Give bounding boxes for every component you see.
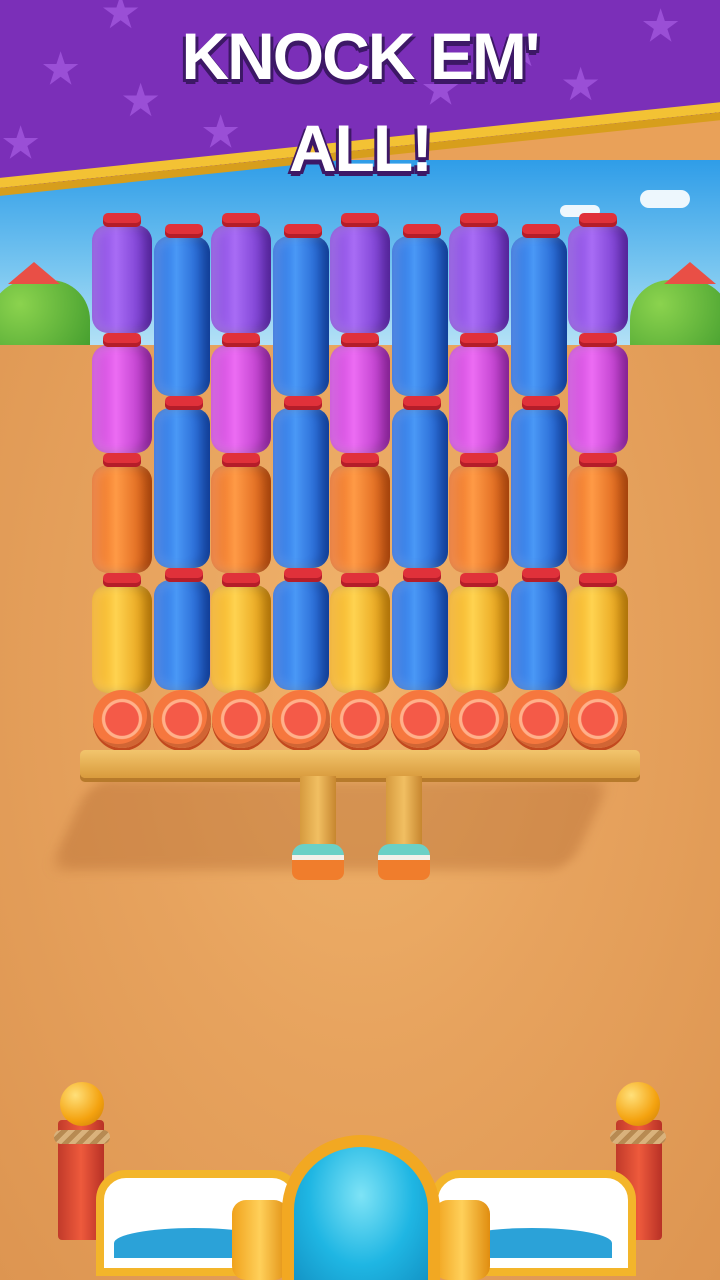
lying-bottle-cap[interactable] bbox=[450, 690, 508, 748]
bottle-cap bbox=[341, 453, 379, 467]
bottle-cap bbox=[460, 333, 498, 347]
lying-bottle-cap[interactable] bbox=[569, 690, 627, 748]
lying-bottle-cap[interactable] bbox=[212, 690, 270, 748]
bottle-yellow[interactable] bbox=[211, 585, 271, 693]
rope-left bbox=[54, 1130, 110, 1144]
bottle-cap bbox=[222, 453, 260, 467]
bottle-orange[interactable] bbox=[330, 465, 390, 573]
bottle-cap bbox=[579, 453, 617, 467]
bottle-blue[interactable] bbox=[153, 408, 210, 568]
cannon-icon[interactable] bbox=[282, 1135, 440, 1280]
post-ball-left bbox=[60, 1082, 104, 1126]
table-foot bbox=[378, 844, 430, 880]
bottle-blue[interactable] bbox=[391, 236, 448, 396]
lying-bottle-cap[interactable] bbox=[93, 690, 151, 748]
bottle-cap bbox=[222, 573, 260, 587]
bottle-cap bbox=[521, 396, 560, 410]
bottle-cap bbox=[283, 568, 322, 582]
bottle-purple[interactable] bbox=[568, 225, 628, 333]
title-line-2: ALL! bbox=[288, 111, 433, 185]
lying-bottle-cap[interactable] bbox=[509, 690, 568, 748]
bottle-cap bbox=[579, 333, 617, 347]
bottle-yellow[interactable] bbox=[92, 585, 152, 693]
table-top bbox=[80, 750, 640, 778]
table-foot bbox=[292, 844, 344, 880]
bottle-cap bbox=[164, 224, 203, 238]
bottle-purple[interactable] bbox=[330, 225, 390, 333]
bottle-cap bbox=[521, 568, 560, 582]
table-leg bbox=[386, 776, 422, 844]
carousel-tent-right bbox=[664, 262, 716, 284]
bottle-magenta[interactable] bbox=[211, 345, 271, 453]
bottle-cap bbox=[460, 213, 498, 227]
bottle-cap bbox=[579, 573, 617, 587]
bottle-purple[interactable] bbox=[92, 225, 152, 333]
bottle-cap bbox=[521, 224, 560, 238]
rope-right bbox=[610, 1130, 666, 1144]
bottle-magenta[interactable] bbox=[449, 345, 509, 453]
bottle-cap bbox=[103, 213, 141, 227]
post-ball-right bbox=[616, 1082, 660, 1126]
bottle-cap bbox=[341, 333, 379, 347]
bottle-blue[interactable] bbox=[510, 580, 567, 690]
bottle-blue[interactable] bbox=[391, 408, 448, 568]
bottle-blue[interactable] bbox=[272, 236, 329, 396]
bottle-magenta[interactable] bbox=[92, 345, 152, 453]
bottle-yellow[interactable] bbox=[568, 585, 628, 693]
bottle-blue[interactable] bbox=[153, 236, 210, 396]
star-icon: ★ bbox=[580, 0, 621, 9]
bottle-blue[interactable] bbox=[391, 580, 448, 690]
lying-bottle-cap[interactable] bbox=[271, 690, 330, 748]
bottle-cap bbox=[283, 396, 322, 410]
bottle-cap bbox=[103, 453, 141, 467]
bottle-cap bbox=[164, 396, 203, 410]
bottle-cap bbox=[103, 333, 141, 347]
bottle-cap bbox=[103, 573, 141, 587]
lying-bottle-cap[interactable] bbox=[390, 690, 449, 748]
bottle-purple[interactable] bbox=[211, 225, 271, 333]
bottle-yellow[interactable] bbox=[449, 585, 509, 693]
bottle-blue[interactable] bbox=[272, 408, 329, 568]
bottle-blue[interactable] bbox=[510, 408, 567, 568]
cannon-wheel bbox=[232, 1200, 288, 1280]
bottle-magenta[interactable] bbox=[568, 345, 628, 453]
bottle-cap bbox=[579, 213, 617, 227]
bottle-magenta[interactable] bbox=[330, 345, 390, 453]
bottle-cap bbox=[283, 224, 322, 238]
bottle-cap bbox=[460, 453, 498, 467]
bottle-cap bbox=[402, 568, 441, 582]
bottle-cap bbox=[222, 213, 260, 227]
bottle-orange[interactable] bbox=[449, 465, 509, 573]
bottle-cap bbox=[341, 213, 379, 227]
bottle-cap bbox=[164, 568, 203, 582]
bottle-orange[interactable] bbox=[92, 465, 152, 573]
bottle-orange[interactable] bbox=[568, 465, 628, 573]
lying-bottle-cap[interactable] bbox=[331, 690, 389, 748]
table-leg bbox=[300, 776, 336, 844]
lying-bottle-cap[interactable] bbox=[152, 690, 211, 748]
bottle-cap bbox=[402, 224, 441, 238]
title-line-1: KNOCK EM' bbox=[181, 19, 540, 93]
game-scene[interactable]: ★ ★ ★ ★ ★ ★ ★ ★ ★ ★ KNOCK EM' ALL! bbox=[0, 0, 720, 1280]
bottle-blue[interactable] bbox=[272, 580, 329, 690]
bottle-blue[interactable] bbox=[153, 580, 210, 690]
bottle-cap bbox=[460, 573, 498, 587]
title-text: KNOCK EM' ALL! bbox=[0, 10, 720, 194]
bottle-blue[interactable] bbox=[510, 236, 567, 396]
carousel-tent-left bbox=[8, 262, 60, 284]
bottle-yellow[interactable] bbox=[330, 585, 390, 693]
bottle-purple[interactable] bbox=[449, 225, 509, 333]
bottle-cap bbox=[402, 396, 441, 410]
bottle-cap bbox=[222, 333, 260, 347]
bottle-cap bbox=[341, 573, 379, 587]
bottle-orange[interactable] bbox=[211, 465, 271, 573]
cannon-wheel bbox=[434, 1200, 490, 1280]
